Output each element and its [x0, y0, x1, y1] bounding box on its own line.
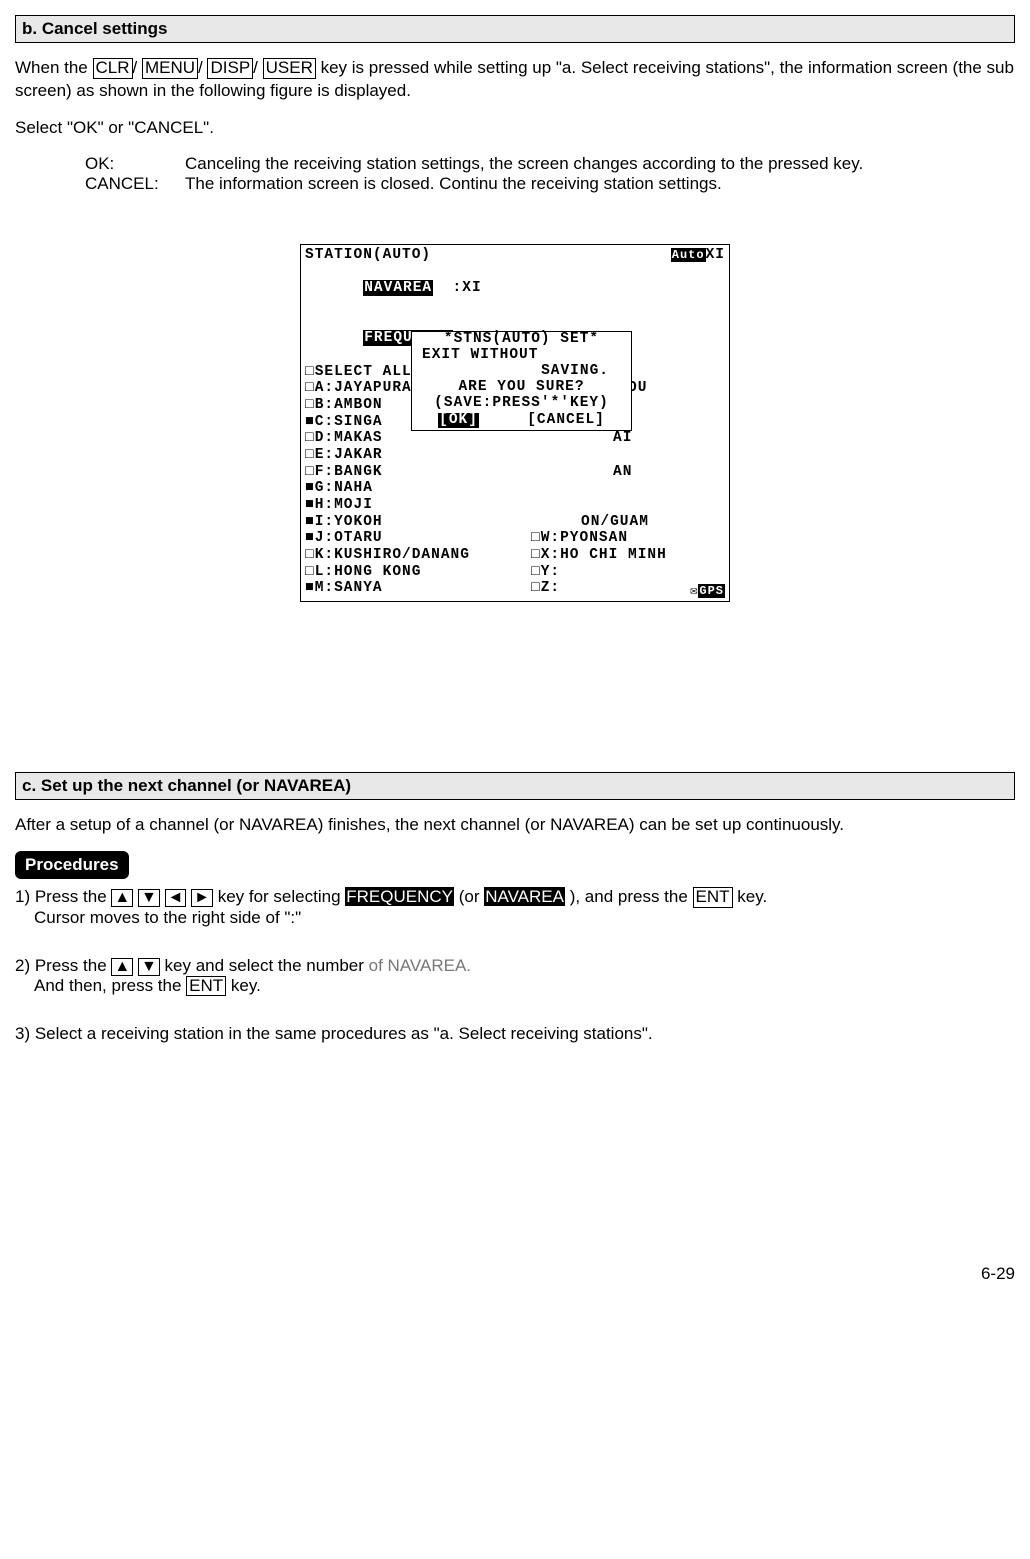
station: J:OTARU: [315, 530, 383, 546]
text: And then, press the: [34, 976, 186, 995]
mark: ■: [305, 414, 315, 430]
up-arrow-key: ▲: [111, 889, 133, 907]
mark: ■: [305, 580, 315, 596]
page-number: 6-29: [15, 1264, 1015, 1284]
select-line: Select "OK" or "CANCEL".: [15, 117, 1015, 140]
station: L:HONG KONG: [315, 564, 422, 580]
right-col: ON/GUAM: [581, 514, 649, 531]
station: F:BANGK: [315, 464, 383, 480]
down-arrow-key: ▼: [138, 889, 160, 907]
clr-key: CLR: [93, 58, 133, 79]
station: H:MOJI: [315, 497, 373, 513]
select-all: SELECT ALL: [315, 364, 412, 380]
top-right: AutoXI: [671, 247, 725, 264]
station: D:MAKAS: [315, 430, 383, 446]
station: I:YOKOH: [315, 514, 383, 530]
ent-key: ENT: [693, 887, 733, 908]
text: When the: [15, 58, 93, 77]
up-arrow-key: ▲: [111, 958, 133, 976]
navarea-val: [433, 280, 452, 296]
station: M:SANYA: [315, 580, 383, 596]
user-key: USER: [263, 58, 316, 79]
popup-cancel-button[interactable]: [CANCEL]: [527, 413, 605, 429]
frequency-highlight: FREQUENCY: [345, 887, 454, 906]
figure: STATION(AUTO) AutoXI NAVAREA :XI FREQUEN…: [15, 244, 1015, 602]
down-arrow-key: ▼: [138, 958, 160, 976]
menu-key: MENU: [142, 58, 198, 79]
select-all-mark: □: [305, 364, 315, 380]
popup-line3: SAVING.: [414, 364, 629, 380]
navarea-highlight: NAVAREA: [484, 887, 565, 906]
section-b-header: b. Cancel settings: [15, 15, 1015, 43]
navarea-label: NAVAREA: [363, 280, 433, 296]
text: key.: [737, 887, 767, 906]
device-screen: STATION(AUTO) AutoXI NAVAREA :XI FREQUEN…: [300, 244, 730, 602]
right-col: □W:PYONSAN: [531, 530, 628, 547]
definitions: OK: Canceling the receiving station sett…: [85, 154, 1015, 194]
cancel-text: The information screen is closed. Contin…: [185, 174, 1015, 194]
mark: ■: [305, 480, 315, 496]
section-b-intro: When the CLR/ MENU/ DISP/ USER key is pr…: [15, 57, 1015, 103]
step-1-cont: Cursor moves to the right side of ":": [34, 908, 1015, 928]
station: E:JAKAR: [315, 447, 383, 463]
confirm-popup: *STNS(AUTO) SET* EXIT WITHOUT SAVING. AR…: [411, 331, 632, 432]
ok-text: Canceling the receiving station settings…: [185, 154, 1015, 174]
step-3: 3) Select a receiving station in the sam…: [15, 1024, 1015, 1044]
section-c-header: c. Set up the next channel (or NAVAREA): [15, 772, 1015, 800]
right-col: AN: [613, 464, 632, 481]
station: K:KUSHIRO/DANANG: [315, 547, 470, 563]
text: ), and press the: [570, 887, 693, 906]
station: B:AMBON: [315, 397, 383, 413]
step-2: 2) Press the ▲ ▼ key and select the numb…: [15, 956, 1015, 997]
mark: □: [305, 430, 315, 446]
area-code: XI: [706, 247, 725, 263]
popup-line2: EXIT WITHOUT: [414, 348, 629, 364]
step-1: 1) Press the ▲ ▼ ◄ ► key for selecting F…: [15, 887, 1015, 928]
screen-title: STATION(AUTO): [305, 247, 431, 264]
mark: □: [305, 564, 315, 580]
text: key.: [231, 976, 261, 995]
popup-line4: ARE YOU SURE?: [414, 380, 629, 396]
text: (or: [459, 887, 485, 906]
right-col: □Z:: [531, 580, 560, 597]
navarea-value: :XI: [453, 280, 482, 296]
disp-key: DISP: [207, 58, 253, 79]
right-arrow-key: ►: [191, 889, 213, 907]
ent-key: ENT: [186, 976, 226, 997]
left-arrow-key: ◄: [165, 889, 187, 907]
step-2-cont: And then, press the ENT key.: [34, 976, 1015, 997]
right-col: □X:HO CHI MINH: [531, 547, 667, 564]
mark: □: [305, 447, 315, 463]
station: C:SINGA: [315, 414, 383, 430]
section-c-intro: After a setup of a channel (or NAVAREA) …: [15, 814, 1015, 837]
ok-label: OK:: [85, 154, 185, 174]
procedures-badge: Procedures: [15, 851, 129, 879]
mark: □: [305, 547, 315, 563]
popup-line1: *STNS(AUTO) SET*: [414, 332, 629, 348]
mark: □: [305, 464, 315, 480]
station: A:JAYAPURA: [315, 380, 412, 396]
cancel-label: CANCEL:: [85, 174, 185, 194]
text: 2) Press the: [15, 956, 111, 975]
mark: □: [305, 380, 315, 396]
faint-text: of NAVAREA.: [369, 956, 471, 975]
auto-badge: Auto: [671, 248, 706, 262]
text: key for selecting: [218, 887, 346, 906]
right-col: □Y:: [531, 564, 560, 581]
station: G:NAHA: [315, 480, 373, 496]
text: 1) Press the: [15, 887, 111, 906]
mark: □: [305, 397, 315, 413]
popup-line5: (SAVE:PRESS'*'KEY): [414, 396, 629, 412]
text: key and select the number: [165, 956, 369, 975]
right-col: AI: [613, 430, 632, 447]
mark: ■: [305, 530, 315, 546]
popup-ok-button[interactable]: [OK]: [438, 413, 479, 429]
mark: ■: [305, 514, 315, 530]
mark: ■: [305, 497, 315, 513]
gps-badge: ✉GPS: [690, 585, 725, 599]
